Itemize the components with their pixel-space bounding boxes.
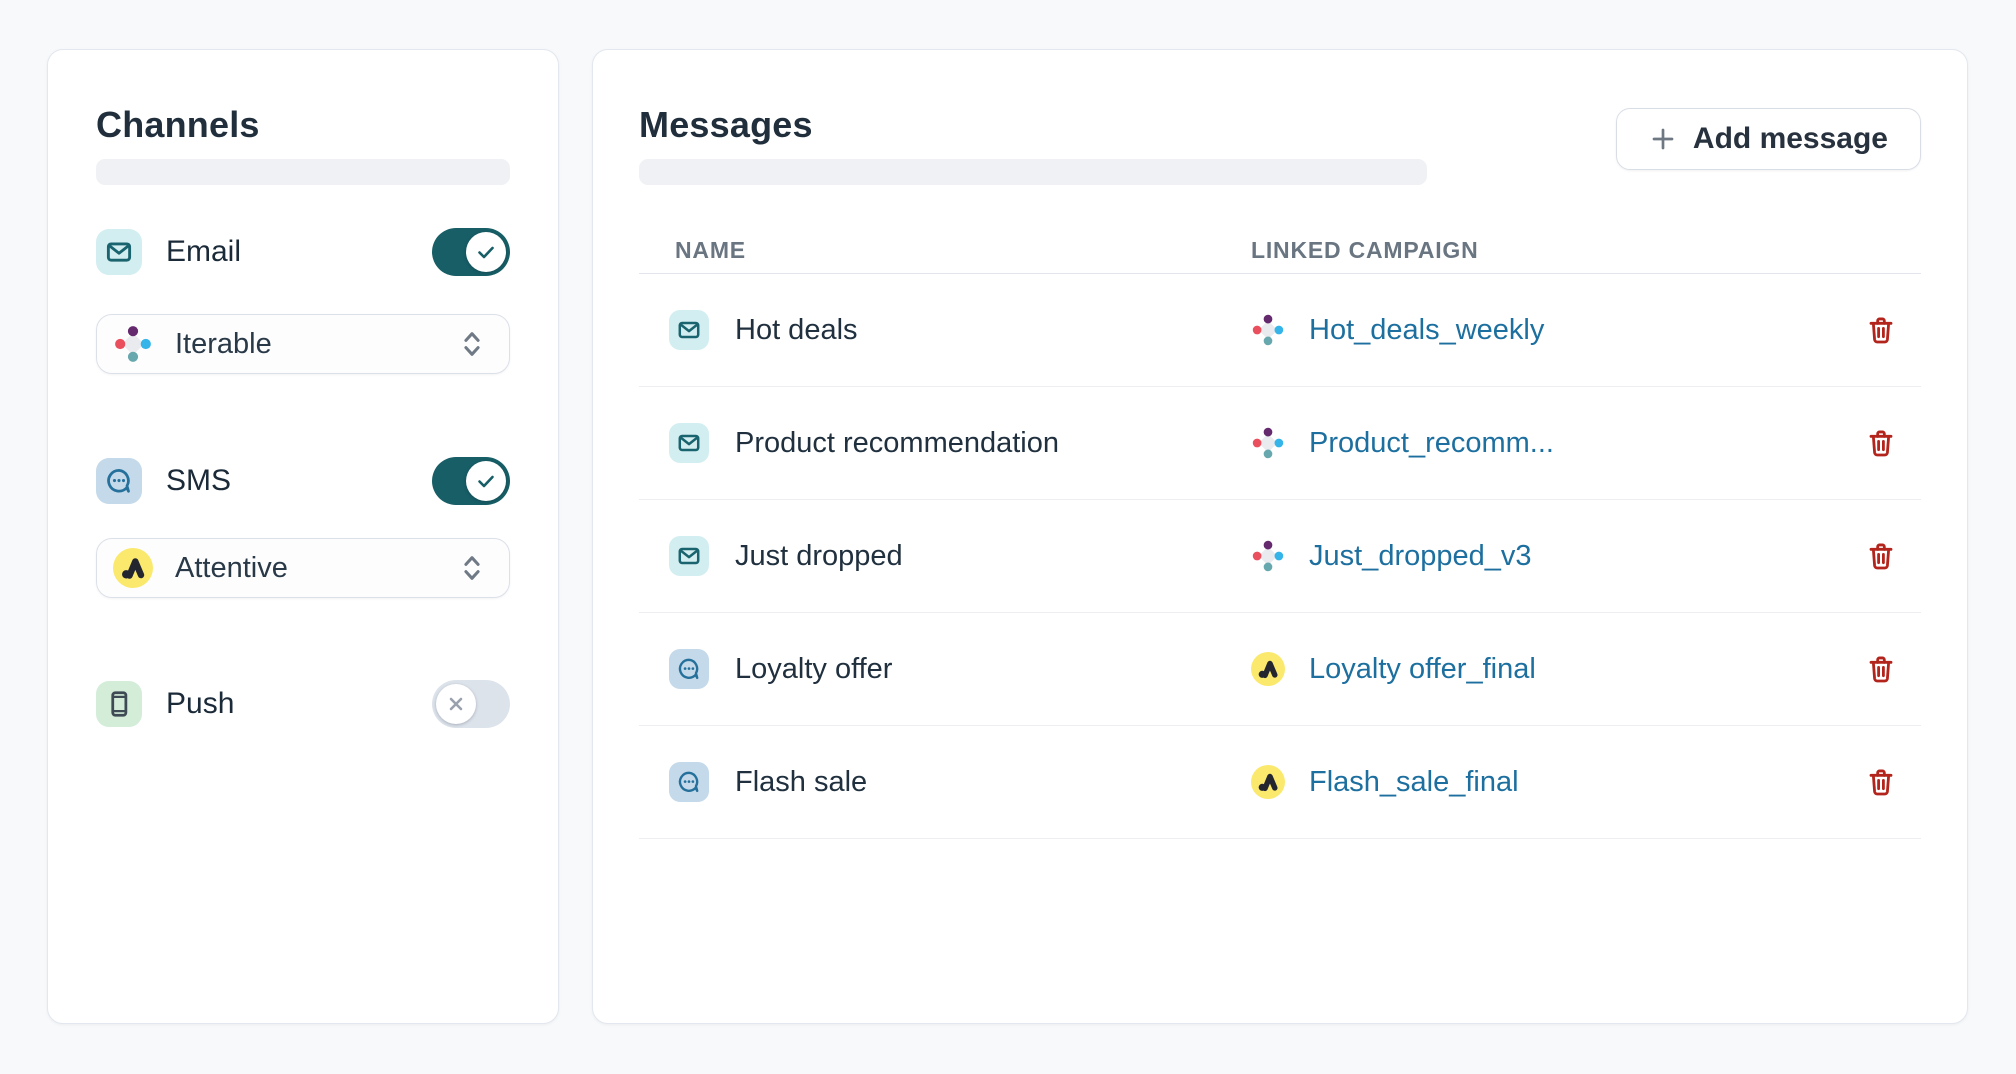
email-icon bbox=[96, 229, 142, 275]
channel-label-sms: SMS bbox=[166, 464, 432, 498]
row-actions bbox=[1859, 760, 1921, 804]
message-name-cell: Product recommendation bbox=[639, 423, 1251, 463]
row-actions bbox=[1859, 647, 1921, 691]
channels-title: Channels bbox=[96, 104, 510, 146]
table-row: Just dropped Just_dropped_v3 bbox=[639, 500, 1921, 613]
linked-campaign-cell: Hot_deals_weekly bbox=[1251, 313, 1859, 347]
attentive-logo-icon bbox=[1251, 652, 1285, 686]
message-name: Product recommendation bbox=[735, 427, 1059, 460]
message-name-cell: Hot deals bbox=[639, 310, 1251, 350]
iterable-logo-icon bbox=[1251, 313, 1285, 347]
attentive-logo-icon bbox=[113, 548, 153, 588]
linked-campaign-cell: Flash_sale_final bbox=[1251, 765, 1859, 799]
table-row: Loyalty offer Loyalty offer_final bbox=[639, 613, 1921, 726]
table-row: Flash sale Flash_sale_final bbox=[639, 726, 1921, 839]
channel-row-sms: SMS bbox=[96, 458, 510, 504]
column-header-name: NAME bbox=[639, 237, 1251, 264]
email-toggle[interactable] bbox=[432, 228, 510, 276]
add-message-button[interactable]: Add message bbox=[1616, 108, 1921, 170]
toggle-knob-check-icon bbox=[466, 232, 506, 272]
campaign-link[interactable]: Product_recomm... bbox=[1309, 427, 1554, 460]
table-row: Hot deals Hot_deals_weekly bbox=[639, 274, 1921, 387]
messages-table-header: NAME LINKED CAMPAIGN bbox=[639, 237, 1921, 274]
message-name: Hot deals bbox=[735, 314, 858, 347]
column-header-linked-campaign: LINKED CAMPAIGN bbox=[1251, 237, 1479, 264]
channel-label-email: Email bbox=[166, 235, 432, 269]
sms-toggle[interactable] bbox=[432, 457, 510, 505]
message-name-cell: Loyalty offer bbox=[639, 649, 1251, 689]
toggle-knob-check-icon bbox=[466, 461, 506, 501]
channel-row-push: Push bbox=[96, 681, 510, 727]
add-message-label: Add message bbox=[1693, 122, 1888, 156]
campaign-link[interactable]: Just_dropped_v3 bbox=[1309, 540, 1532, 573]
channel-row-email: Email bbox=[96, 229, 510, 275]
delete-row-button[interactable] bbox=[1859, 421, 1903, 465]
iterable-logo-icon bbox=[113, 324, 153, 364]
campaign-link[interactable]: Flash_sale_final bbox=[1309, 766, 1519, 799]
toggle-knob-x-icon bbox=[436, 684, 476, 724]
sms-provider-name: Attentive bbox=[175, 552, 457, 585]
email-provider-select[interactable]: Iterable bbox=[96, 314, 510, 374]
campaign-link[interactable]: Hot_deals_weekly bbox=[1309, 314, 1544, 347]
row-actions bbox=[1859, 421, 1921, 465]
message-name: Loyalty offer bbox=[735, 653, 892, 686]
message-name: Just dropped bbox=[735, 540, 903, 573]
sms-icon bbox=[669, 649, 709, 689]
email-provider-name: Iterable bbox=[175, 328, 457, 361]
row-actions bbox=[1859, 534, 1921, 578]
sms-icon bbox=[96, 458, 142, 504]
sms-icon bbox=[669, 762, 709, 802]
row-actions bbox=[1859, 308, 1921, 352]
chevron-updown-icon bbox=[457, 327, 487, 361]
attentive-logo-icon bbox=[1251, 765, 1285, 799]
channels-panel: Channels Email Iterable SMS bbox=[47, 49, 559, 1024]
iterable-logo-icon bbox=[1251, 539, 1285, 573]
email-icon bbox=[669, 310, 709, 350]
trash-icon bbox=[1865, 427, 1897, 459]
push-toggle[interactable] bbox=[432, 680, 510, 728]
messages-header: Messages Add message bbox=[639, 104, 1921, 185]
linked-campaign-cell: Just_dropped_v3 bbox=[1251, 539, 1859, 573]
push-icon bbox=[96, 681, 142, 727]
email-icon bbox=[669, 536, 709, 576]
delete-row-button[interactable] bbox=[1859, 534, 1903, 578]
trash-icon bbox=[1865, 766, 1897, 798]
message-name-cell: Flash sale bbox=[639, 762, 1251, 802]
linked-campaign-cell: Loyalty offer_final bbox=[1251, 652, 1859, 686]
messages-panel: Messages Add message NAME LINKED CAMPAIG… bbox=[592, 49, 1968, 1024]
delete-row-button[interactable] bbox=[1859, 760, 1903, 804]
message-name-cell: Just dropped bbox=[639, 536, 1251, 576]
delete-row-button[interactable] bbox=[1859, 647, 1903, 691]
campaign-link[interactable]: Loyalty offer_final bbox=[1309, 653, 1536, 686]
table-row: Product recommendation Product_recomm... bbox=[639, 387, 1921, 500]
delete-row-button[interactable] bbox=[1859, 308, 1903, 352]
channels-subtitle-skeleton bbox=[96, 159, 510, 185]
messages-table-body: Hot deals Hot_deals_weekly Product r bbox=[639, 274, 1921, 839]
chevron-updown-icon bbox=[457, 551, 487, 585]
plus-icon bbox=[1649, 125, 1677, 153]
messages-table: NAME LINKED CAMPAIGN Hot deals Hot_deals… bbox=[639, 237, 1921, 839]
sms-provider-select[interactable]: Attentive bbox=[96, 538, 510, 598]
message-name: Flash sale bbox=[735, 766, 867, 799]
linked-campaign-cell: Product_recomm... bbox=[1251, 426, 1859, 460]
trash-icon bbox=[1865, 653, 1897, 685]
trash-icon bbox=[1865, 314, 1897, 346]
channel-label-push: Push bbox=[166, 687, 432, 721]
messages-subtitle-skeleton bbox=[639, 159, 1427, 185]
trash-icon bbox=[1865, 540, 1897, 572]
iterable-logo-icon bbox=[1251, 426, 1285, 460]
email-icon bbox=[669, 423, 709, 463]
